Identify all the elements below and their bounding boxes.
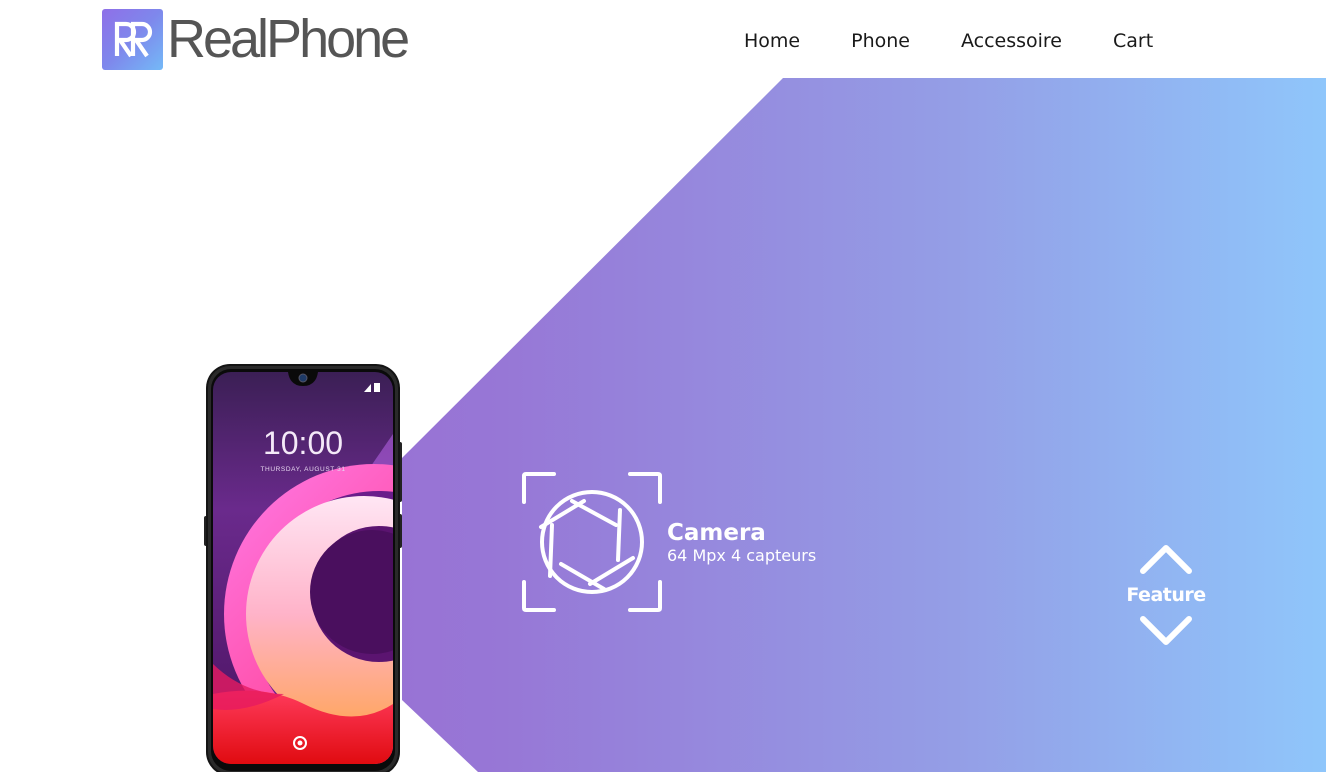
main-nav: Home Phone Accessoire Cart xyxy=(744,26,1153,56)
phone-clock-time: 10:00 xyxy=(263,425,343,461)
camera-aperture-icon xyxy=(522,472,662,612)
nav-item-phone[interactable]: Phone xyxy=(851,26,910,56)
phone-clock-date: THURSDAY, AUGUST 31 xyxy=(260,466,345,473)
feature-switcher: Feature xyxy=(1122,542,1210,658)
nav-item-home[interactable]: Home xyxy=(744,26,800,56)
feature-subtitle: 64 Mpx 4 capteurs xyxy=(667,546,817,565)
feature-switcher-label: Feature xyxy=(1126,584,1206,606)
chevron-down-icon[interactable] xyxy=(1138,614,1194,648)
nav-item-accessoire[interactable]: Accessoire xyxy=(961,26,1062,56)
phone-product-image: 10:00 THURSDAY, AUGUST 31 xyxy=(204,364,402,772)
hero-gradient-background xyxy=(402,78,1326,772)
brand-logo-link[interactable]: RealPhone xyxy=(102,8,410,70)
brand-name: RealPhone xyxy=(167,9,410,69)
nav-item-cart[interactable]: Cart xyxy=(1113,26,1153,56)
chevron-up-icon[interactable] xyxy=(1138,542,1194,576)
feature-title: Camera xyxy=(667,520,766,546)
feature-details: Camera 64 Mpx 4 capteurs xyxy=(667,519,816,565)
brand-logo-icon xyxy=(102,8,163,70)
site-header: RealPhone Home Phone Accessoire Cart xyxy=(0,0,1326,78)
page: RealPhone Home Phone Accessoire Cart 10:… xyxy=(0,0,1326,772)
